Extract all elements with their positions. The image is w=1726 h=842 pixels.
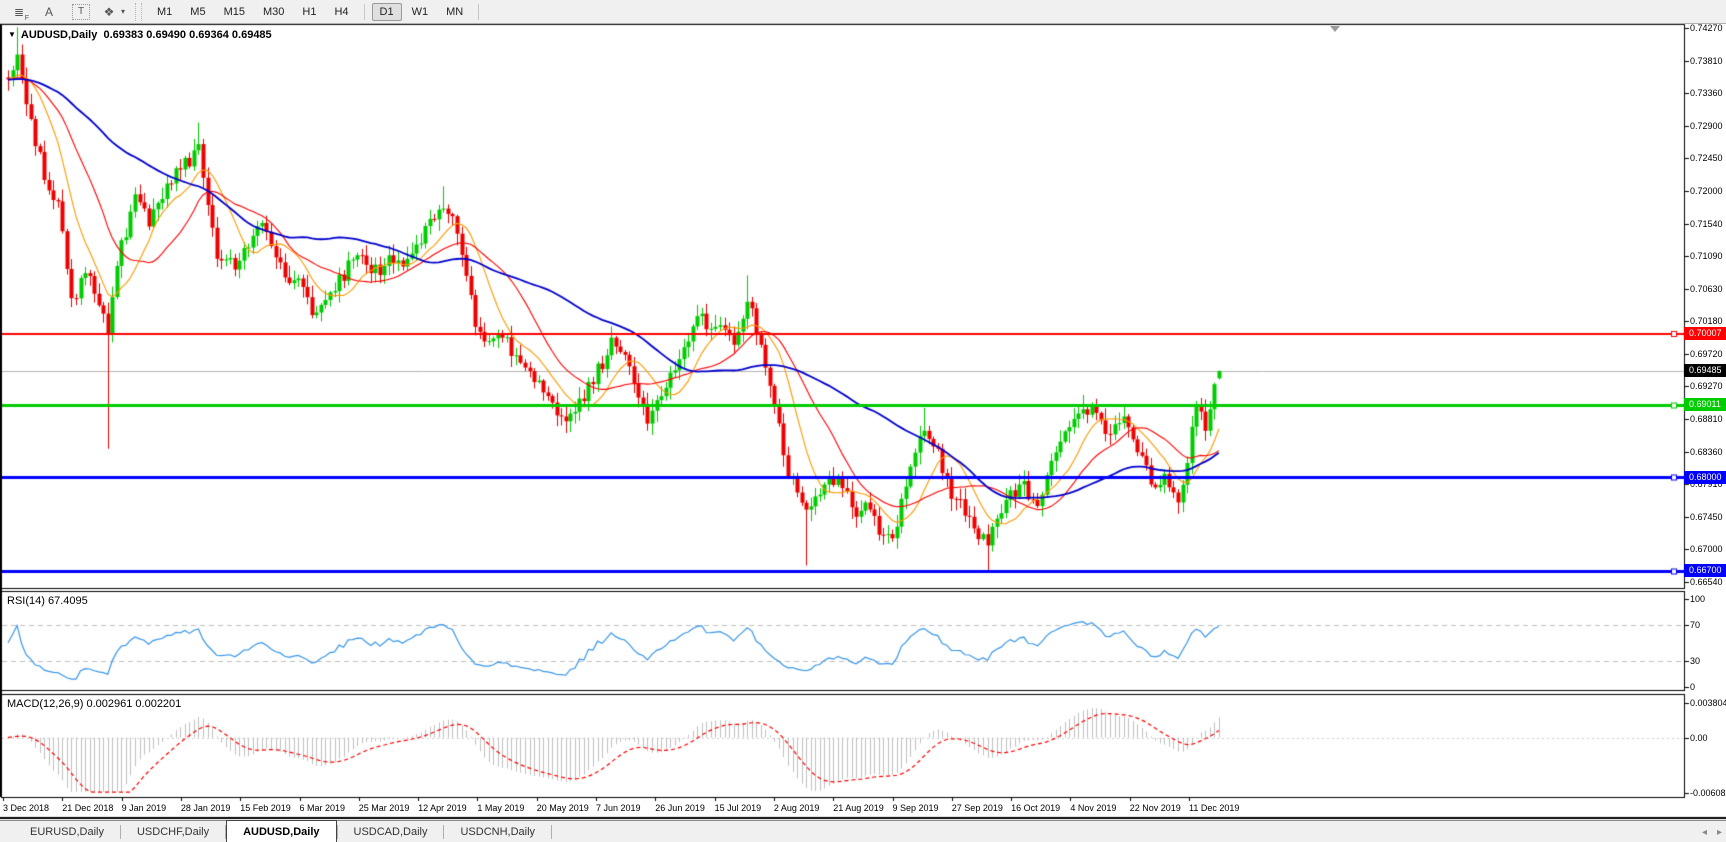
timeframe-button-h1[interactable]: H1 — [294, 3, 324, 21]
rsi-axis-tick: 30 — [1690, 656, 1700, 667]
date-axis-label: 21 Aug 2019 — [833, 803, 884, 814]
mt4-chart-window: ≣F AT ❖▾ M1M5M15M30H1H4 D1W1MN ▼ AUDUSD,Daily… — [0, 0, 1726, 842]
tab-separator — [551, 825, 552, 839]
date-axis-label: 15 Jul 2019 — [715, 803, 762, 814]
tabs-holder: EURUSD,DailyUSDCHF,DailyAUDUSD,DailyUSDC… — [14, 821, 552, 842]
chart-canvas[interactable] — [0, 0, 1726, 820]
price-axis-tick: 0.70180 — [1690, 316, 1723, 327]
price-axis-tick: 0.72900 — [1690, 121, 1723, 132]
tab-scroll-controls: ◂ ▸ — [1702, 821, 1722, 842]
date-axis-label: 28 Jan 2019 — [181, 803, 231, 814]
chart-title-symbol: AUDUSD,Daily — [21, 29, 97, 41]
price-axis-tick: 0.73810 — [1690, 56, 1723, 67]
date-axis-label: 3 Dec 2018 — [3, 803, 49, 814]
toolbar-separator — [135, 3, 142, 21]
date-axis-label: 21 Dec 2018 — [62, 803, 113, 814]
date-axis-label: 2 Aug 2019 — [774, 803, 820, 814]
chart-tab-usdchf[interactable]: USDCHF,Daily — [121, 821, 225, 842]
date-axis-label: 7 Jun 2019 — [596, 803, 641, 814]
date-axis-label: 22 Nov 2019 — [1130, 803, 1181, 814]
timeframe-button-d1[interactable]: D1 — [372, 3, 402, 21]
macd-axis-tick: 0.00 — [1690, 733, 1708, 744]
chart-title: ▼ AUDUSD,Daily 0.69383 0.69490 0.69364 0.… — [8, 29, 272, 41]
rsi-axis-tick: 70 — [1690, 620, 1700, 631]
window-menu-icon[interactable]: ▼ — [8, 30, 16, 39]
price-axis-tick: 0.68810 — [1690, 414, 1723, 425]
date-axis-label: 12 Apr 2019 — [418, 803, 467, 814]
tab-scroll-right-icon[interactable]: ▸ — [1717, 827, 1722, 838]
price-axis-tick: 0.67000 — [1690, 544, 1723, 555]
price-axis-tick: 0.69270 — [1690, 381, 1723, 392]
toolbar-separator — [364, 4, 365, 20]
price-axis-tick: 0.69720 — [1690, 349, 1723, 360]
chart-tab-bar: EURUSD,DailyUSDCHF,DailyAUDUSD,DailyUSDC… — [0, 820, 1726, 842]
text-label-icon[interactable]: T — [72, 4, 90, 20]
chart-title-ohlc: 0.69383 0.69490 0.69364 0.69485 — [103, 29, 271, 41]
date-axis-label: 4 Nov 2019 — [1070, 803, 1116, 814]
price-axis-tick: 0.72000 — [1690, 186, 1723, 197]
chart-shift-marker-icon[interactable] — [1330, 26, 1340, 32]
macd-axis-tick: 0.003804 — [1690, 698, 1726, 709]
hline-price-tag: 0.68000 — [1684, 471, 1726, 484]
chart-tab-eurusd[interactable]: EURUSD,Daily — [14, 821, 120, 842]
date-axis-label: 9 Jan 2019 — [122, 803, 167, 814]
date-axis-label: 1 May 2019 — [477, 803, 524, 814]
date-axis-label: 11 Dec 2019 — [1189, 803, 1239, 814]
price-axis-tick: 0.66540 — [1690, 577, 1723, 588]
date-axis-label: 20 May 2019 — [537, 803, 589, 814]
date-axis-label: 25 Mar 2019 — [359, 803, 410, 814]
rsi-indicator-label: RSI(14) 67.4095 — [7, 595, 88, 607]
date-axis-label: 27 Sep 2019 — [952, 803, 1003, 814]
dropdown-caret-icon[interactable]: ▾ — [121, 7, 125, 16]
current-price-tag: 0.69485 — [1684, 364, 1726, 377]
toolbar-separator — [478, 4, 479, 20]
timeframe-button-m5[interactable]: M5 — [182, 3, 213, 21]
tab-scroll-left-icon[interactable]: ◂ — [1702, 827, 1707, 838]
price-axis-tick: 0.74270 — [1690, 23, 1723, 34]
arrows-icon[interactable]: ❖ — [98, 3, 120, 21]
chart-tab-audusd[interactable]: AUDUSD,Daily — [226, 820, 336, 842]
macd-axis-tick: -0.006082 — [1690, 788, 1726, 799]
timeframe-button-w1[interactable]: W1 — [404, 3, 437, 21]
price-axis-tick: 0.67450 — [1690, 512, 1723, 523]
date-axis-label: 6 Mar 2019 — [300, 803, 346, 814]
price-axis-tick: 0.68360 — [1690, 447, 1723, 458]
tabbar-spacer — [0, 821, 14, 842]
timeframe-button-m15[interactable]: M15 — [216, 3, 253, 21]
chart-tab-usdcnh[interactable]: USDCNH,Daily — [444, 821, 551, 842]
hline-price-tag: 0.66700 — [1684, 564, 1726, 577]
date-axis-label: 9 Sep 2019 — [893, 803, 939, 814]
text-icon[interactable]: A — [38, 3, 60, 21]
price-axis-tick: 0.71540 — [1690, 219, 1723, 230]
hline-price-tag: 0.70007 — [1684, 327, 1726, 340]
timeframe-button-mn[interactable]: MN — [438, 3, 471, 21]
chart-tab-usdcad[interactable]: USDCAD,Daily — [338, 821, 444, 842]
timeframe-button-m30[interactable]: M30 — [255, 3, 292, 21]
price-axis-tick: 0.71090 — [1690, 251, 1723, 262]
fibonacci-icon[interactable]: ≣F — [8, 3, 30, 21]
chart-toolbar: ≣F AT ❖▾ M1M5M15M30H1H4 D1W1MN — [0, 0, 1726, 24]
rsi-axis-tick: 100 — [1690, 594, 1705, 605]
fibonacci-icon-sub: F — [25, 15, 29, 22]
macd-indicator-label: MACD(12,26,9) 0.002961 0.002201 — [7, 698, 181, 710]
price-axis-tick: 0.70630 — [1690, 284, 1723, 295]
price-axis-tick: 0.72450 — [1690, 153, 1723, 164]
date-axis-label: 26 Jun 2019 — [655, 803, 705, 814]
date-axis-label: 15 Feb 2019 — [240, 803, 291, 814]
rsi-axis-tick: 0 — [1690, 682, 1695, 693]
date-axis-label: 16 Oct 2019 — [1011, 803, 1060, 814]
timeframe-button-m1[interactable]: M1 — [149, 3, 180, 21]
hline-price-tag: 0.69011 — [1684, 398, 1726, 411]
price-axis-tick: 0.73360 — [1690, 88, 1723, 99]
timeframe-button-h4[interactable]: H4 — [326, 3, 356, 21]
